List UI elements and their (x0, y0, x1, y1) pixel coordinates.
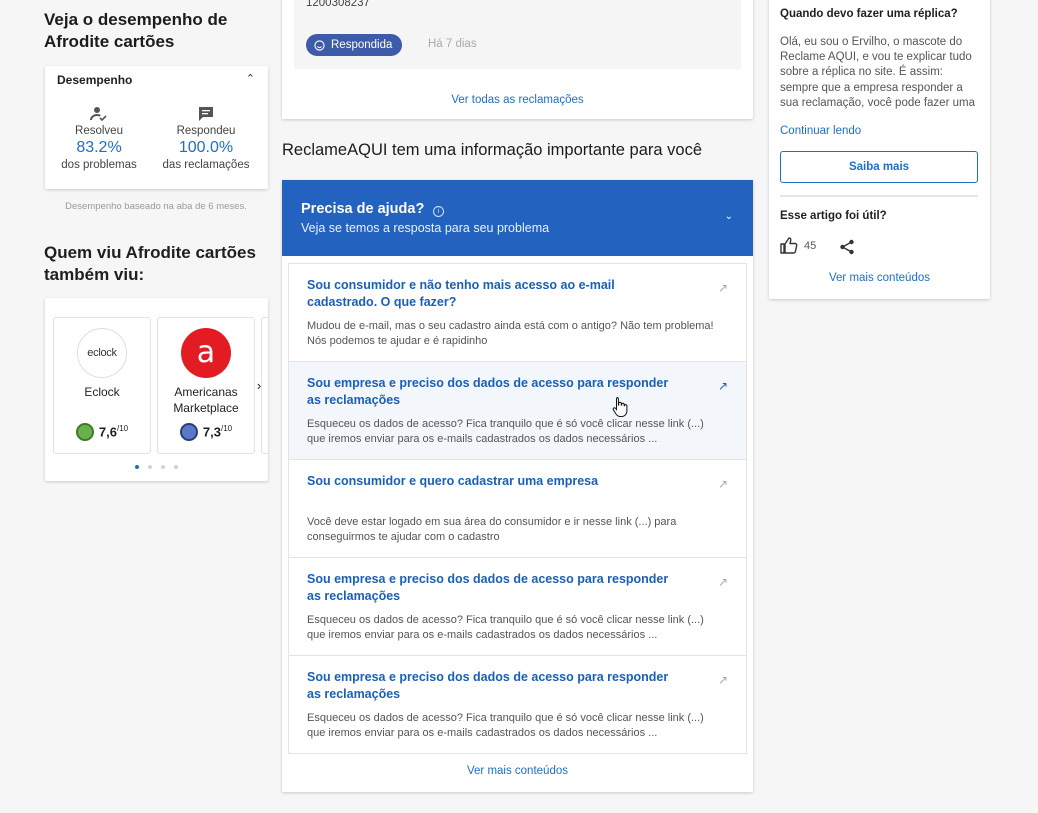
carousel-dot[interactable] (148, 465, 152, 469)
resolved-label: Resolveu (75, 125, 123, 137)
chevron-down-icon[interactable]: ⌄ (725, 211, 733, 222)
continue-reading-link[interactable]: Continuar lendo (780, 125, 861, 137)
help-card: Precisa de ajuda? i Veja se temos a resp… (282, 180, 753, 792)
resolved-value: 83.2% (76, 139, 122, 156)
hand-cursor-icon (612, 397, 628, 417)
external-link-icon: ↗ (717, 575, 728, 589)
company-name: Americanas Marketplace (173, 385, 239, 415)
performance-header: Desempenho (57, 73, 133, 87)
complaint-text: 1200308237 (306, 0, 370, 9)
help-title: Precisa de ajuda? (301, 201, 425, 217)
external-link-icon: ↗ (717, 281, 728, 295)
chevron-up-icon[interactable]: ⌃ (246, 72, 255, 85)
external-link-icon: ↗ (717, 379, 728, 393)
answered-metric: Respondeu 100.0% das reclamações (156, 106, 256, 173)
thumbs-up-icon (780, 237, 798, 254)
performance-title: Veja o desempenho de Afrodite cartões (44, 10, 228, 51)
learn-more-button[interactable]: Saiba mais (780, 151, 978, 183)
divider (780, 195, 978, 197)
faq-item[interactable]: Sou consumidor e não tenho mais acesso a… (289, 264, 746, 362)
eclock-logo: eclock (77, 328, 127, 378)
external-link-icon: ↗ (717, 477, 728, 491)
info-title: ReclameAQUI tem uma informação important… (282, 141, 703, 159)
complaint-item[interactable]: 1200308237 Respondida Há 7 dias (294, 0, 741, 69)
faq-item[interactable]: Sou empresa e preciso dos dados de acess… (289, 362, 746, 460)
complaint-time: Há 7 dias (428, 38, 477, 50)
company-name: Eclock (84, 385, 120, 399)
faq-answer: Esqueceu os dados de acesso? Fica tranqu… (307, 712, 704, 739)
faq-question: Sou consumidor e não tenho mais acesso a… (307, 278, 615, 309)
faq-item[interactable]: Sou empresa e preciso dos dados de acess… (289, 558, 746, 656)
americanas-logo: a (181, 328, 231, 378)
faq-answer: Esqueceu os dados de acesso? Fica tranqu… (307, 418, 704, 445)
see-more-link[interactable]: Ver mais conteúdos (282, 765, 753, 777)
good-reputation-icon (75, 423, 94, 441)
performance-card: Desempenho ⌃ Resolveu 83.2% dos problema… (45, 66, 268, 189)
message-icon (199, 107, 213, 121)
answered-sub: das reclamações (162, 159, 250, 171)
faq-answer: Esqueceu os dados de acesso? Fica tranqu… (307, 614, 704, 641)
faq-question: Sou consumidor e quero cadastrar uma emp… (307, 474, 599, 488)
carousel-dot[interactable] (174, 465, 178, 469)
info-icon: i (433, 206, 444, 217)
see-more-contents-link[interactable]: Ver mais conteúdos (769, 272, 990, 284)
answered-label: Respondeu (176, 125, 236, 137)
faq-answer: Mudou de e-mail, mas o seu cadastro aind… (307, 320, 714, 347)
help-banner[interactable]: Precisa de ajuda? i Veja se temos a resp… (282, 180, 753, 256)
share-icon[interactable] (839, 239, 855, 255)
answered-value: 100.0% (178, 139, 234, 156)
also-viewed-carousel: ‹ eclock Eclock 7,6/10 a Americanas Mark… (45, 298, 268, 481)
chevron-right-icon[interactable]: › (253, 378, 265, 393)
carousel-dots (45, 465, 268, 469)
company-score: 7,3/10 (158, 423, 254, 441)
person-check-icon (90, 107, 107, 122)
faq-answer: Você deve estar logado em sua área do co… (307, 516, 677, 543)
external-link-icon: ↗ (717, 673, 728, 687)
faq-item[interactable]: Sou consumidor e quero cadastrar uma emp… (289, 460, 746, 558)
faq-question: Sou empresa e preciso dos dados de acess… (307, 572, 669, 603)
like-count: 45 (804, 239, 817, 252)
article-card: Quando devo fazer uma réplica? Olá, eu s… (769, 0, 990, 299)
faq-list: Sou consumidor e não tenho mais acesso a… (288, 263, 747, 754)
help-subtitle: Veja se temos a resposta para seu proble… (301, 221, 550, 235)
also-viewed-title: Quem viu Afrodite cartões também viu: (44, 243, 256, 284)
like-button[interactable]: 45 (780, 237, 816, 254)
company-card-eclock[interactable]: eclock Eclock 7,6/10 (53, 317, 151, 454)
performance-note: Desempenho baseado na aba de 6 meses. (65, 201, 247, 212)
company-score: 7,6/10 (54, 423, 150, 441)
faq-question: Sou empresa e preciso dos dados de acess… (307, 670, 669, 701)
resolved-sub: dos problemas (61, 159, 137, 171)
regular-reputation-icon (179, 423, 198, 441)
carousel-dot[interactable] (135, 465, 139, 469)
status-badge: Respondida (306, 34, 403, 56)
article-body: Olá, eu sou o Ervilho, o mascote do Recl… (780, 36, 975, 109)
see-all-complaints-link[interactable]: Ver todas as reclamações (282, 94, 753, 106)
smile-icon (314, 39, 325, 51)
carousel-dot[interactable] (161, 465, 165, 469)
article-question: Quando devo fazer uma réplica? (780, 8, 958, 20)
resolved-metric: Resolveu 83.2% dos problemas (49, 106, 149, 173)
faq-item[interactable]: Sou empresa e preciso dos dados de acess… (289, 656, 746, 754)
company-card-americanas[interactable]: a Americanas Marketplace 7,3/10 (157, 317, 255, 454)
complaint-card: 1200308237 Respondida Há 7 dias Ver toda… (282, 0, 753, 119)
article-useful-label: Esse artigo foi útil? (780, 210, 887, 222)
